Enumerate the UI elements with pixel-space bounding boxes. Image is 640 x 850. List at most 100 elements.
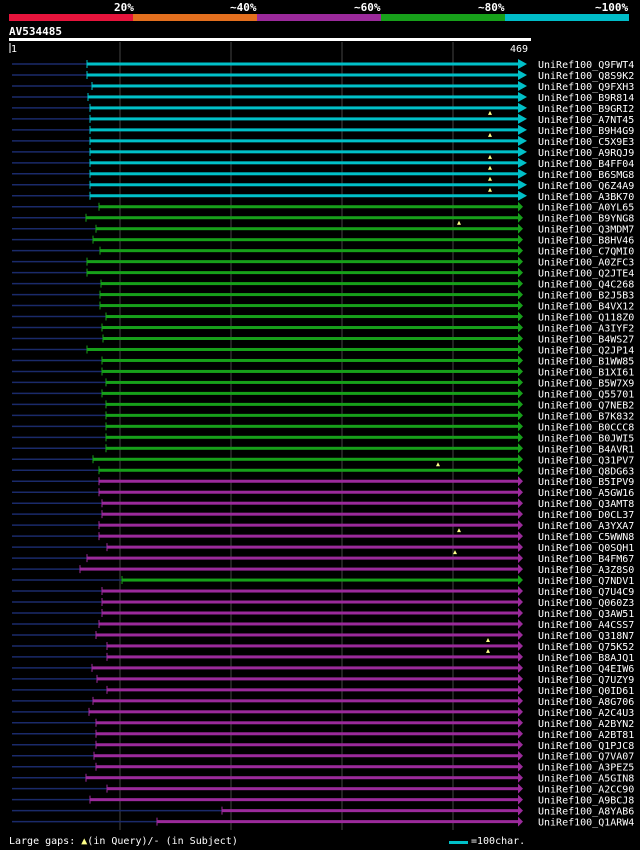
hit-bar — [107, 644, 521, 648]
hit-arrow-icon — [518, 673, 523, 684]
alignment-plot: 1 469UniRef100_Q9FWT4UniRef100_Q8S9K2UniR… — [9, 42, 634, 830]
hit-bar — [99, 490, 521, 494]
query-end-label: 469 — [510, 44, 528, 55]
hit-label: UniRef100_A8YAB6 — [538, 807, 634, 818]
hit-arrow-icon — [518, 498, 523, 509]
hit-arrow-icon — [518, 124, 527, 135]
hit-arrow-icon — [518, 487, 523, 498]
hit-arrow-icon — [518, 278, 523, 289]
hit-label: UniRef100_Q1PJC8 — [538, 741, 634, 752]
hit-label: UniRef100_B4FM67 — [538, 554, 634, 565]
hit-label: UniRef100_C7QMI0 — [538, 247, 634, 258]
hit-label: UniRef100_A7NT45 — [538, 115, 634, 126]
hit-arrow-icon — [518, 651, 523, 662]
hit-label: UniRef100_Q3MDM7 — [538, 225, 634, 236]
hit-label: UniRef100_Q0ID61 — [538, 686, 634, 697]
hit-arrow-icon — [518, 212, 523, 223]
hit-label: UniRef100_Q060Z3 — [538, 598, 634, 609]
hit-bar — [96, 721, 521, 725]
hit-arrow-icon — [518, 388, 523, 399]
hit-bar — [90, 194, 521, 198]
hit-bar — [106, 424, 521, 428]
hit-label: UniRef100_C5X9E3 — [538, 137, 634, 148]
hit-bar — [92, 666, 521, 670]
hit-label: UniRef100_A3PEZ5 — [538, 763, 634, 774]
hit-label: UniRef100_B5IPV9 — [538, 477, 634, 488]
hit-arrow-icon — [518, 717, 523, 728]
hit-bar — [93, 457, 521, 461]
hit-arrow-icon — [518, 201, 523, 212]
hit-bar — [90, 150, 521, 154]
gap-marker-icon — [486, 648, 490, 653]
hit-label: UniRef100_Q4EIW6 — [538, 664, 634, 675]
hit-bar — [102, 391, 521, 395]
hit-arrow-icon — [518, 333, 523, 344]
hit-arrow-icon — [518, 476, 523, 487]
hit-bar — [87, 271, 521, 275]
hit-arrow-icon — [518, 256, 523, 267]
hit-label: UniRef100_B0CCC8 — [538, 422, 634, 433]
hit-bar — [90, 172, 521, 176]
hit-bar — [96, 765, 521, 769]
hit-bar — [96, 743, 521, 747]
hit-arrow-icon — [518, 816, 523, 827]
hit-arrow-icon — [518, 289, 523, 300]
hit-bar — [102, 589, 521, 593]
gap-marker-icon — [488, 176, 492, 181]
hit-label: UniRef100_Q4C268 — [538, 280, 634, 291]
hit-bar — [102, 501, 521, 505]
hit-bar — [87, 556, 521, 560]
hit-bar — [222, 809, 521, 813]
footer-legend: Large gaps: ▲(in Query)/- (in Subject) — [9, 836, 238, 847]
gap-marker-icon — [488, 132, 492, 137]
query-start-label: 1 — [11, 44, 17, 55]
scale-label: =100char. — [471, 836, 526, 847]
hit-bar — [87, 62, 521, 66]
hit-arrow-icon — [518, 728, 523, 739]
hit-label: UniRef100_Q75K52 — [538, 642, 634, 653]
hit-arrow-icon — [518, 586, 523, 597]
hit-bar — [103, 337, 521, 340]
hit-bar — [90, 117, 521, 121]
hit-label: UniRef100_B9YNG8 — [538, 214, 634, 225]
gap-marker-icon — [486, 637, 490, 642]
hit-bar — [99, 622, 521, 626]
hit-arrow-icon — [518, 190, 527, 201]
hit-arrow-icon — [518, 662, 523, 673]
hit-arrow-icon — [518, 750, 523, 761]
hit-bar — [102, 611, 521, 615]
hit-label: UniRef100_A0YL65 — [538, 203, 634, 214]
hit-bar — [106, 413, 521, 417]
hit-bar — [99, 468, 521, 472]
hit-bar — [99, 534, 521, 538]
gap-marker-icon — [436, 462, 440, 467]
hit-bar — [107, 787, 521, 791]
hit-bar — [90, 183, 521, 187]
hit-arrow-icon — [518, 311, 523, 322]
hit-bar — [93, 699, 521, 703]
hit-arrow-icon — [518, 179, 527, 190]
hit-arrow-icon — [518, 300, 523, 311]
hit-label: UniRef100_Q7NDV1 — [538, 576, 634, 587]
in-subject-label: (in Subject) — [165, 836, 238, 847]
hit-bar — [90, 798, 521, 802]
hit-bar — [157, 820, 521, 824]
hit-arrow-icon — [518, 640, 523, 651]
hit-bar — [99, 205, 521, 209]
hit-bar — [96, 732, 521, 736]
hit-label: UniRef100_Q31PV7 — [538, 455, 634, 466]
hit-bar — [99, 523, 521, 527]
hit-bar — [86, 216, 521, 220]
hit-label: UniRef100_B9GRI2 — [538, 104, 634, 115]
hit-bar — [87, 347, 521, 351]
hit-label: UniRef100_B2J5B3 — [538, 291, 634, 302]
hit-label: UniRef100_Q118Z0 — [538, 313, 634, 324]
hit-bar — [86, 776, 521, 780]
gap-marker-icon — [488, 110, 492, 115]
hit-label: UniRef100_Q55701 — [538, 389, 634, 400]
hit-bar — [90, 161, 521, 165]
hit-label: UniRef100_B9H4G9 — [538, 126, 634, 137]
hit-arrow-icon — [518, 618, 523, 629]
hit-bar — [102, 326, 521, 330]
hit-label: UniRef100_Q9FWT4 — [538, 60, 634, 71]
